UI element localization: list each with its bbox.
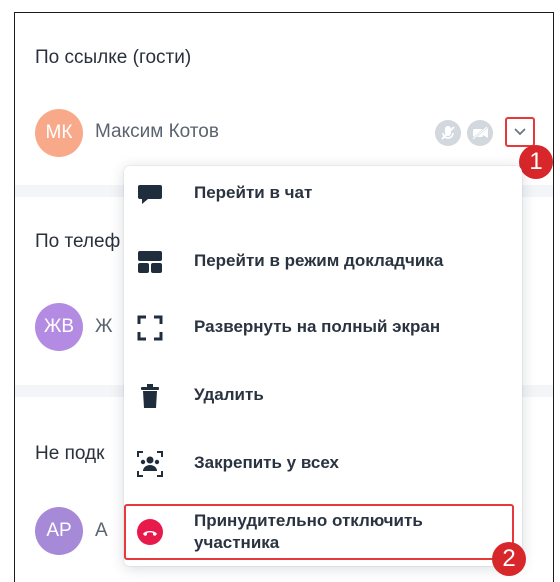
menu-item-pin-for-all[interactable]: Закрепить у всех (124, 436, 522, 492)
section-title-phone: По телеф (35, 231, 121, 252)
presenter-mode-icon (138, 251, 162, 273)
trash-icon (141, 384, 159, 408)
menu-item-delete[interactable]: Удалить (124, 368, 522, 424)
fullscreen-icon (137, 315, 163, 341)
section-title-guests: По ссылке (гости) (35, 47, 192, 68)
step-1-badge: 1 (519, 145, 553, 179)
menu-item-label: Закрепить у всех (194, 453, 340, 472)
menu-item-label: Удалить (194, 385, 264, 404)
chat-icon (138, 185, 162, 204)
menu-item-fullscreen[interactable]: Развернуть на полный экран (124, 300, 522, 356)
menu-item-go-to-chat[interactable]: Перейти в чат (124, 166, 522, 222)
menu-item-label: Развернуть на полный экран (194, 317, 441, 336)
chevron-down-icon (514, 128, 526, 136)
participant-name: Ж (95, 316, 113, 337)
participant-name: А (95, 520, 108, 541)
menu-item-label: Перейти в чат (194, 183, 313, 202)
menu-item-presenter-mode[interactable]: Перейти в режим докладчика (124, 234, 522, 290)
avatar: МК (35, 109, 83, 157)
pin-for-all-icon (137, 451, 163, 477)
participant-menu-toggle[interactable] (505, 117, 535, 147)
camera-off-icon[interactable] (467, 120, 493, 146)
step-2-badge: 2 (492, 542, 526, 576)
menu-item-label: Перейти в режим докладчика (194, 251, 444, 270)
participant-context-menu: Перейти в чат Перейти в режим докладчика… (124, 166, 522, 566)
mic-off-icon[interactable] (435, 120, 461, 146)
avatar: АР (35, 507, 83, 555)
participant-name: Максим Котов (95, 121, 219, 142)
highlight-frame (124, 504, 514, 560)
avatar: ЖВ (35, 303, 83, 351)
section-title-not-connected: Не подк (35, 443, 105, 464)
